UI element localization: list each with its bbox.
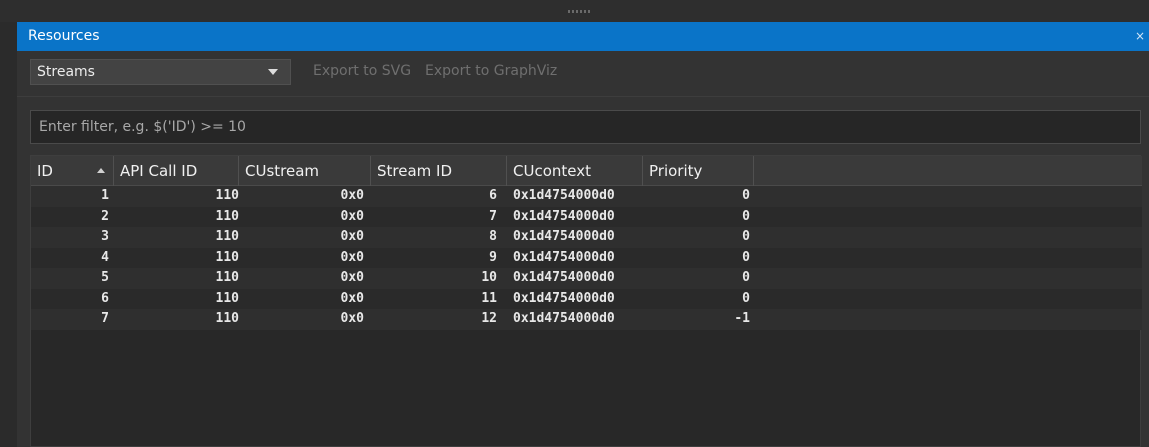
export-graphviz-button[interactable]: Export to GraphViz <box>425 63 557 79</box>
cell-id: 4 <box>101 249 109 265</box>
cell-cucontext: 0x1d4754000d0 <box>513 311 615 326</box>
column-label: CUstream <box>245 162 320 180</box>
cell-cucontext: 0x1d4754000d0 <box>513 290 615 306</box>
table-row[interactable]: 1 110 0x0 6 0x1d4754000d0 0 <box>31 186 1142 207</box>
panel-titlebar: Resources × <box>17 22 1149 51</box>
cell-api-call-id: 110 <box>215 229 239 244</box>
resource-type-select[interactable]: Streams <box>30 59 291 85</box>
cell-priority: 0 <box>742 249 750 265</box>
column-label: ID <box>37 162 53 180</box>
close-icon[interactable]: × <box>1135 28 1149 44</box>
cell-stream-id: 7 <box>489 208 497 224</box>
cell-cucontext: 0x1d4754000d0 <box>513 229 615 244</box>
cell-id: 1 <box>101 188 109 203</box>
splitter-bar[interactable] <box>0 0 1149 22</box>
panel-title: Resources <box>28 28 100 44</box>
filter-input[interactable] <box>30 110 1141 144</box>
cell-custream: 0x0 <box>340 249 364 265</box>
export-svg-button[interactable]: Export to SVG <box>313 63 411 79</box>
cell-cucontext: 0x1d4754000d0 <box>513 270 615 285</box>
cell-id: 5 <box>101 270 109 285</box>
column-label: Stream ID <box>377 162 453 180</box>
column-label: CUcontext <box>513 162 591 180</box>
cell-api-call-id: 110 <box>215 311 239 326</box>
cell-priority: 0 <box>742 229 750 244</box>
cell-custream: 0x0 <box>340 229 364 244</box>
column-header-cucontext[interactable]: CUcontext <box>507 156 643 186</box>
cell-cucontext: 0x1d4754000d0 <box>513 208 615 224</box>
cell-api-call-id: 110 <box>215 270 239 285</box>
table-row[interactable]: 2 110 0x0 7 0x1d4754000d0 0 <box>31 206 1142 227</box>
cell-custream: 0x0 <box>340 188 364 203</box>
column-label: API Call ID <box>120 162 198 180</box>
cell-priority: -1 <box>734 311 750 326</box>
table-body: 1 110 0x0 6 0x1d4754000d0 0 2 110 0x0 7 … <box>31 186 1142 330</box>
cell-custream: 0x0 <box>340 208 364 224</box>
cell-priority: 0 <box>742 188 750 203</box>
chevron-down-icon <box>268 69 278 75</box>
cell-stream-id: 10 <box>481 270 497 285</box>
column-header-custream[interactable]: CUstream <box>239 156 371 186</box>
cell-api-call-id: 110 <box>215 249 239 265</box>
cell-custream: 0x0 <box>340 311 364 326</box>
cell-cucontext: 0x1d4754000d0 <box>513 188 615 203</box>
cell-cucontext: 0x1d4754000d0 <box>513 249 615 265</box>
table-row[interactable]: 6 110 0x0 11 0x1d4754000d0 0 <box>31 288 1142 309</box>
cell-priority: 0 <box>742 270 750 285</box>
column-label: Priority <box>649 162 703 180</box>
cell-priority: 0 <box>742 290 750 306</box>
toolbar: Streams Export to SVG Export to GraphViz <box>17 51 1149 89</box>
divider <box>17 96 1149 97</box>
resources-panel: Resources × Streams Export to SVG Export… <box>17 22 1149 447</box>
cell-api-call-id: 110 <box>215 290 239 306</box>
cell-stream-id: 6 <box>489 188 497 203</box>
cell-stream-id: 11 <box>481 290 497 306</box>
cell-stream-id: 8 <box>489 229 497 244</box>
column-header-stream-id[interactable]: Stream ID <box>371 156 507 186</box>
resource-type-value: Streams <box>37 64 95 80</box>
cell-api-call-id: 110 <box>215 188 239 203</box>
table-row[interactable]: 4 110 0x0 9 0x1d4754000d0 0 <box>31 247 1142 268</box>
cell-priority: 0 <box>742 208 750 224</box>
cell-custream: 0x0 <box>340 290 364 306</box>
table-header: ID API Call ID CUstream Stream ID CUcont… <box>31 156 1142 186</box>
cell-custream: 0x0 <box>340 270 364 285</box>
cell-stream-id: 12 <box>481 311 497 326</box>
cell-id: 6 <box>101 290 109 306</box>
streams-table: ID API Call ID CUstream Stream ID CUcont… <box>30 155 1142 447</box>
drag-grip-icon[interactable] <box>568 10 592 13</box>
cell-id: 3 <box>101 229 109 244</box>
cell-stream-id: 9 <box>489 249 497 265</box>
cell-api-call-id: 110 <box>215 208 239 224</box>
column-header-api-call-id[interactable]: API Call ID <box>114 156 239 186</box>
table-row[interactable]: 5 110 0x0 10 0x1d4754000d0 0 <box>31 268 1142 289</box>
table-row[interactable]: 3 110 0x0 8 0x1d4754000d0 0 <box>31 227 1142 248</box>
column-header-id[interactable]: ID <box>31 156 114 186</box>
table-row[interactable]: 7 110 0x0 12 0x1d4754000d0 -1 <box>31 309 1142 330</box>
sort-ascending-icon <box>97 168 105 173</box>
cell-id: 7 <box>101 311 109 326</box>
cell-id: 2 <box>101 208 109 224</box>
column-header-priority[interactable]: Priority <box>643 156 754 186</box>
